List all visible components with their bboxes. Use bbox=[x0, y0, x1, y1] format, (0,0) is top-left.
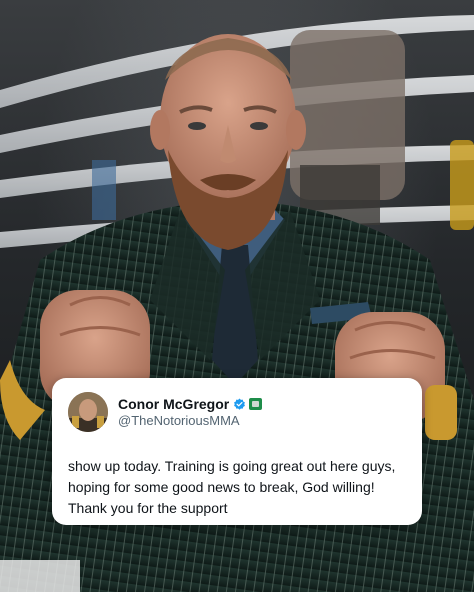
verified-badge-icon bbox=[234, 398, 246, 410]
name-row: Conor McGregor bbox=[118, 395, 263, 413]
flag-emoji-icon bbox=[249, 398, 263, 410]
handle[interactable]: @TheNotoriousMMA bbox=[118, 413, 262, 429]
avatar[interactable] bbox=[68, 392, 108, 432]
post-image: Conor McGregor @TheNotoriousMMA show up … bbox=[0, 0, 474, 592]
tweet-header: Conor McGregor @TheNotoriousMMA bbox=[68, 392, 406, 432]
display-name[interactable]: Conor McGregor bbox=[118, 395, 229, 413]
tweet-card: Conor McGregor @TheNotoriousMMA show up … bbox=[52, 378, 422, 525]
tweet-text: show up today. Training is going great o… bbox=[68, 458, 396, 516]
author-info: Conor McGregor @TheNotoriousMMA bbox=[118, 395, 263, 429]
